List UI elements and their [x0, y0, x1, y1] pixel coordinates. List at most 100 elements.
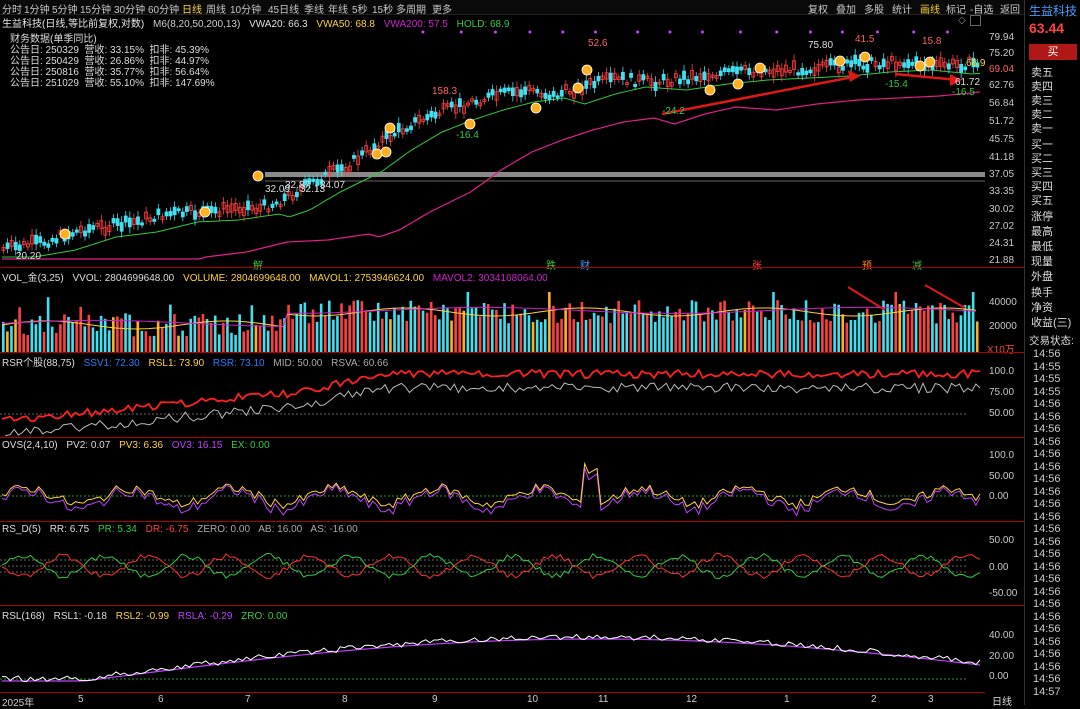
candle-body: [694, 75, 699, 82]
rsr-chart[interactable]: [0, 366, 985, 436]
volume-bar: [772, 292, 775, 352]
tool-stats[interactable]: 统计: [892, 1, 912, 16]
volume-bar: [601, 316, 604, 352]
period-30min[interactable]: 30分钟: [114, 1, 145, 16]
volume-bar: [397, 314, 400, 352]
rsl2-value: RSL2: -0.99: [115, 611, 170, 622]
candle-body: [731, 65, 735, 73]
ex-value: EX: 0.00: [231, 440, 270, 451]
dr-value: DR: -6.75: [145, 524, 189, 535]
volume-bar: [246, 330, 250, 352]
tool-fuquan[interactable]: 复权: [808, 1, 828, 16]
volume-bar: [140, 330, 144, 352]
rsl-chart[interactable]: [0, 622, 985, 692]
volume-bar: [385, 311, 388, 352]
period-5sec[interactable]: 5秒: [352, 1, 368, 16]
volume-bar: [144, 331, 148, 352]
candle-body: [339, 164, 344, 172]
period-45day[interactable]: 45日线: [268, 1, 299, 16]
arrow-head: [848, 70, 860, 82]
tool-overlay[interactable]: 叠加: [836, 1, 856, 16]
period-fenshi[interactable]: 分时: [2, 1, 22, 16]
candle-body: [519, 89, 523, 98]
stat-row: 最低: [1031, 241, 1053, 253]
volume-bar: [95, 331, 99, 352]
tool-multistock[interactable]: 多股: [864, 1, 884, 16]
event-mark[interactable]: 减: [912, 257, 922, 272]
candle-body: [629, 72, 633, 78]
volume-bar: [462, 310, 466, 352]
signal-icon: [199, 206, 211, 218]
event-mark[interactable]: 财: [580, 257, 590, 272]
volume-bar: [711, 310, 714, 352]
period-10min[interactable]: 10分钟: [230, 1, 261, 16]
candle-body: [947, 63, 951, 70]
period-year[interactable]: 年线: [328, 1, 348, 16]
price-label: 41.5: [855, 34, 875, 45]
volume-bar: [433, 315, 437, 352]
candle-body: [735, 66, 739, 75]
volume-bar: [238, 314, 241, 352]
candle-body: [841, 65, 845, 71]
order-book-row: 卖一: [1031, 123, 1053, 135]
volume-bar: [641, 314, 645, 352]
rsla-line: [2, 638, 981, 682]
volume-bar: [918, 306, 922, 352]
volume-bar: [393, 307, 396, 352]
rsd-chart[interactable]: [0, 536, 985, 604]
volume-bar: [42, 331, 46, 352]
candle-body: [457, 98, 462, 108]
candle-body: [555, 95, 560, 99]
volume-bar: [336, 316, 339, 352]
candle-body: [861, 65, 866, 70]
ov3-line: [1, 468, 981, 517]
volume-bar: [975, 321, 979, 352]
price-tick: 56.84: [989, 98, 1015, 109]
volume-bar: [735, 309, 739, 352]
period-1min[interactable]: 1分钟: [24, 1, 50, 16]
volume-bar: [535, 319, 539, 352]
time-tick-row: 14:56: [1033, 448, 1061, 460]
price-chart[interactable]: [0, 24, 985, 266]
period-60min[interactable]: 60分钟: [148, 1, 179, 16]
volume-bar: [438, 319, 441, 352]
tool-watchlist[interactable]: -自选: [970, 1, 993, 16]
volume-bar: [454, 308, 457, 352]
stat-row: 最高: [1031, 226, 1053, 238]
period-day[interactable]: 日线: [182, 1, 202, 16]
volume-bar: [617, 300, 620, 352]
event-mark[interactable]: 预: [862, 257, 872, 272]
tool-draw[interactable]: 画线: [920, 1, 940, 16]
candle-body: [396, 122, 401, 133]
period-season[interactable]: 季线: [304, 1, 324, 16]
tool-back[interactable]: 返回: [1000, 1, 1020, 16]
candle-body: [38, 236, 43, 243]
time-tick-row: 14:56: [1033, 535, 1061, 548]
volume-bar: [625, 313, 629, 352]
period-5min[interactable]: 5分钟: [52, 1, 78, 16]
period-15sec[interactable]: 15秒: [372, 1, 393, 16]
ovs-chart[interactable]: [0, 452, 985, 520]
candle-body: [425, 114, 430, 121]
period-multi[interactable]: 多周期: [396, 1, 426, 16]
pr-value: PR: 5.34: [97, 524, 137, 535]
tool-mark[interactable]: 标记: [946, 1, 966, 16]
time-tick-row: 14:56: [1033, 660, 1061, 673]
event-mark[interactable]: 张: [752, 257, 762, 272]
volume-chart[interactable]: [0, 282, 985, 352]
period-15min[interactable]: 15分钟: [80, 1, 111, 16]
candle-body: [164, 211, 169, 217]
ovs-tick: 0.00: [989, 491, 1009, 502]
period-more[interactable]: 更多: [432, 1, 452, 16]
buy-button[interactable]: 买: [1029, 44, 1077, 60]
volume-bar: [523, 309, 527, 352]
candle-body: [180, 211, 185, 218]
volume-bar: [254, 325, 258, 352]
ab-value: AB: 16.00: [258, 524, 303, 535]
period-week[interactable]: 周线: [206, 1, 226, 16]
volume-bar: [323, 315, 327, 352]
signal-icon: [859, 51, 871, 63]
period-indicator[interactable]: 日线: [992, 693, 1012, 708]
candle-body: [87, 224, 91, 233]
candle-body: [747, 67, 752, 76]
